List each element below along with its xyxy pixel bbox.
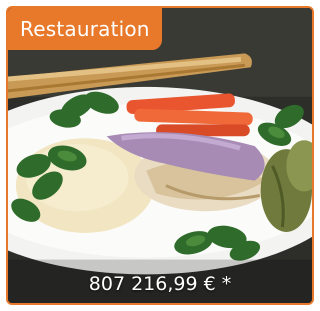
- food-photo: [8, 8, 312, 303]
- category-tag: Restauration: [8, 8, 162, 50]
- product-card[interactable]: Restauration 807 216,99 € *: [6, 6, 314, 305]
- category-label: Restauration: [20, 17, 150, 41]
- price-label: 807 216,99 € *: [88, 273, 232, 295]
